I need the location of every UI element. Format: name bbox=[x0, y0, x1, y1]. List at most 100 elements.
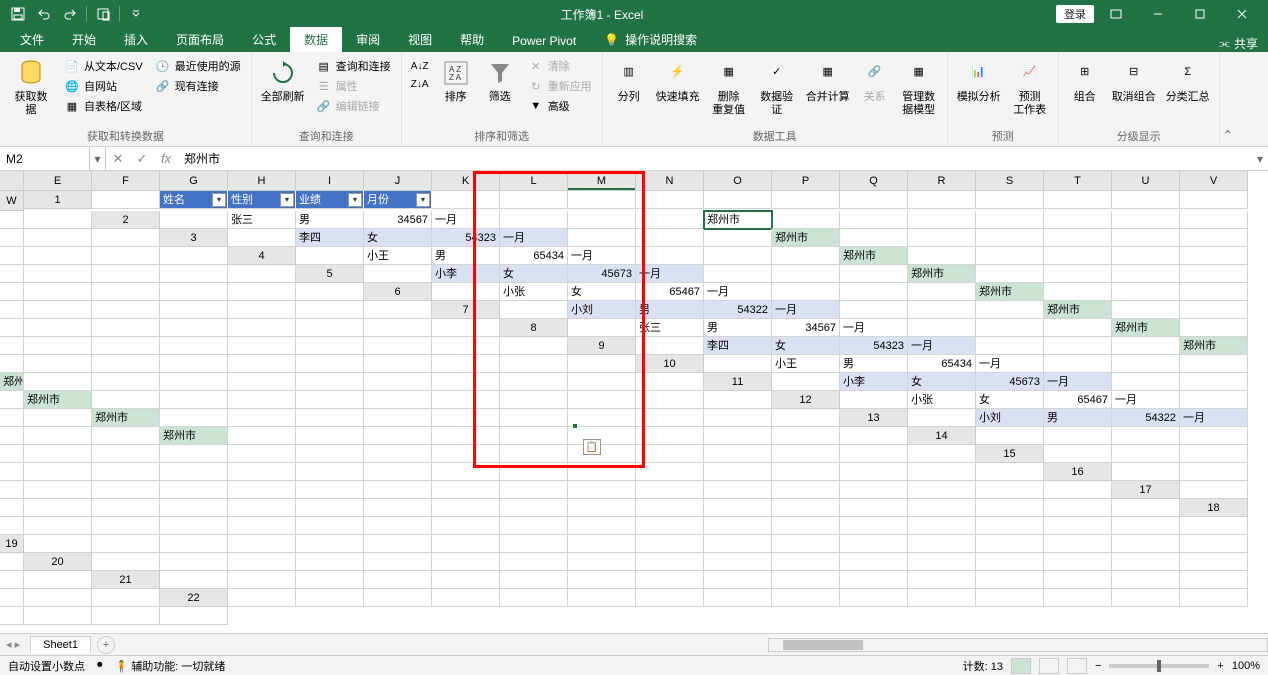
column-header[interactable]: W bbox=[0, 191, 24, 211]
cell[interactable] bbox=[500, 445, 568, 463]
cell[interactable] bbox=[160, 355, 228, 373]
tab-file[interactable]: 文件 bbox=[6, 27, 58, 52]
cell[interactable] bbox=[704, 589, 772, 607]
cell[interactable] bbox=[772, 571, 840, 589]
cell[interactable] bbox=[500, 499, 568, 517]
cell[interactable] bbox=[364, 481, 432, 499]
collapse-ribbon-icon[interactable]: ⌃ bbox=[1220, 52, 1236, 146]
data-validation-button[interactable]: ✓数据验 证 bbox=[755, 55, 799, 117]
cell[interactable]: 一月 bbox=[772, 301, 840, 319]
cell[interactable] bbox=[704, 229, 772, 247]
cell[interactable] bbox=[908, 535, 976, 553]
from-web-button[interactable]: 🌐自网站 bbox=[60, 77, 147, 95]
cell[interactable] bbox=[500, 427, 568, 445]
cell[interactable] bbox=[568, 191, 636, 209]
cell[interactable] bbox=[772, 191, 840, 209]
sort-button[interactable]: A ZZ A 排序 bbox=[436, 55, 476, 104]
cell[interactable] bbox=[1180, 191, 1248, 209]
cell[interactable] bbox=[772, 589, 840, 607]
cell[interactable]: 34567 bbox=[364, 211, 432, 229]
expand-formula-bar-icon[interactable]: ▾ bbox=[1252, 152, 1268, 166]
cell[interactable] bbox=[704, 265, 772, 283]
cell[interactable]: 郑州市 bbox=[704, 211, 772, 229]
cell[interactable]: 一月 bbox=[908, 337, 976, 355]
cell[interactable]: 张三 bbox=[636, 319, 704, 337]
cell[interactable] bbox=[500, 535, 568, 553]
cell[interactable] bbox=[0, 445, 24, 463]
cell[interactable] bbox=[432, 337, 500, 355]
cell[interactable] bbox=[0, 589, 24, 607]
cell[interactable] bbox=[1180, 229, 1248, 247]
cell[interactable] bbox=[160, 535, 228, 553]
cell[interactable] bbox=[1044, 337, 1112, 355]
cell[interactable] bbox=[500, 191, 568, 209]
cell[interactable]: 女 bbox=[500, 265, 568, 283]
cell[interactable] bbox=[976, 247, 1044, 265]
cell[interactable] bbox=[1044, 517, 1112, 535]
cell[interactable] bbox=[24, 247, 92, 265]
cell[interactable] bbox=[772, 373, 840, 391]
cell[interactable] bbox=[908, 409, 976, 427]
row-header[interactable]: 13 bbox=[840, 409, 908, 427]
column-header[interactable]: P bbox=[772, 171, 840, 191]
cell[interactable] bbox=[228, 463, 296, 481]
cell[interactable] bbox=[908, 463, 976, 481]
cell[interactable] bbox=[772, 499, 840, 517]
cell[interactable] bbox=[432, 517, 500, 535]
cell[interactable]: 男 bbox=[636, 301, 704, 319]
cell[interactable] bbox=[500, 463, 568, 481]
cell[interactable] bbox=[0, 571, 24, 589]
cell[interactable] bbox=[1044, 589, 1112, 607]
column-header[interactable]: T bbox=[1044, 171, 1112, 191]
cell[interactable] bbox=[568, 571, 636, 589]
cell[interactable] bbox=[976, 427, 1044, 445]
filter-dropdown-icon[interactable]: ▾ bbox=[348, 193, 362, 207]
cell[interactable] bbox=[228, 355, 296, 373]
cell[interactable] bbox=[228, 589, 296, 607]
cell[interactable] bbox=[908, 247, 976, 265]
filter-button[interactable]: 筛选 bbox=[480, 55, 520, 104]
cell[interactable] bbox=[568, 553, 636, 571]
cell[interactable] bbox=[1044, 481, 1112, 499]
cell[interactable] bbox=[92, 445, 160, 463]
cell[interactable] bbox=[568, 535, 636, 553]
cell[interactable] bbox=[160, 373, 228, 391]
cell[interactable] bbox=[704, 553, 772, 571]
cell[interactable] bbox=[568, 319, 636, 337]
cell[interactable] bbox=[1180, 535, 1248, 553]
zoom-level[interactable]: 100% bbox=[1232, 660, 1260, 672]
cell[interactable] bbox=[92, 589, 160, 607]
cell[interactable] bbox=[296, 463, 364, 481]
cell[interactable] bbox=[92, 229, 160, 247]
row-header[interactable]: 17 bbox=[1112, 481, 1180, 499]
cell[interactable] bbox=[1044, 283, 1112, 301]
cell[interactable] bbox=[160, 391, 228, 409]
cell[interactable]: 女 bbox=[976, 391, 1044, 409]
cell[interactable] bbox=[636, 191, 704, 209]
cell[interactable] bbox=[908, 211, 976, 229]
group-button[interactable]: ⊞组合 bbox=[1065, 55, 1105, 104]
cell[interactable] bbox=[92, 391, 160, 409]
cell[interactable] bbox=[364, 337, 432, 355]
cell[interactable] bbox=[0, 247, 24, 265]
cell[interactable]: 一月 bbox=[840, 319, 908, 337]
refresh-all-button[interactable]: 全部刷新 bbox=[258, 55, 308, 104]
cell[interactable] bbox=[1044, 355, 1112, 373]
cell[interactable] bbox=[0, 517, 24, 535]
cell[interactable] bbox=[24, 409, 92, 427]
cell[interactable] bbox=[1180, 211, 1248, 229]
cell[interactable] bbox=[1044, 211, 1112, 229]
tab-home[interactable]: 开始 bbox=[58, 27, 110, 52]
cell[interactable] bbox=[24, 499, 92, 517]
cell[interactable] bbox=[976, 191, 1044, 209]
cell[interactable] bbox=[568, 229, 636, 247]
forecast-sheet-button[interactable]: 📈预测 工作表 bbox=[1008, 55, 1052, 117]
cell[interactable] bbox=[0, 391, 24, 409]
cell[interactable] bbox=[772, 445, 840, 463]
row-header[interactable]: 1 bbox=[24, 191, 92, 209]
cell[interactable]: 郑州市 bbox=[24, 391, 92, 409]
cell[interactable] bbox=[976, 481, 1044, 499]
cell[interactable] bbox=[296, 517, 364, 535]
cell[interactable] bbox=[432, 535, 500, 553]
cell[interactable] bbox=[1112, 337, 1180, 355]
